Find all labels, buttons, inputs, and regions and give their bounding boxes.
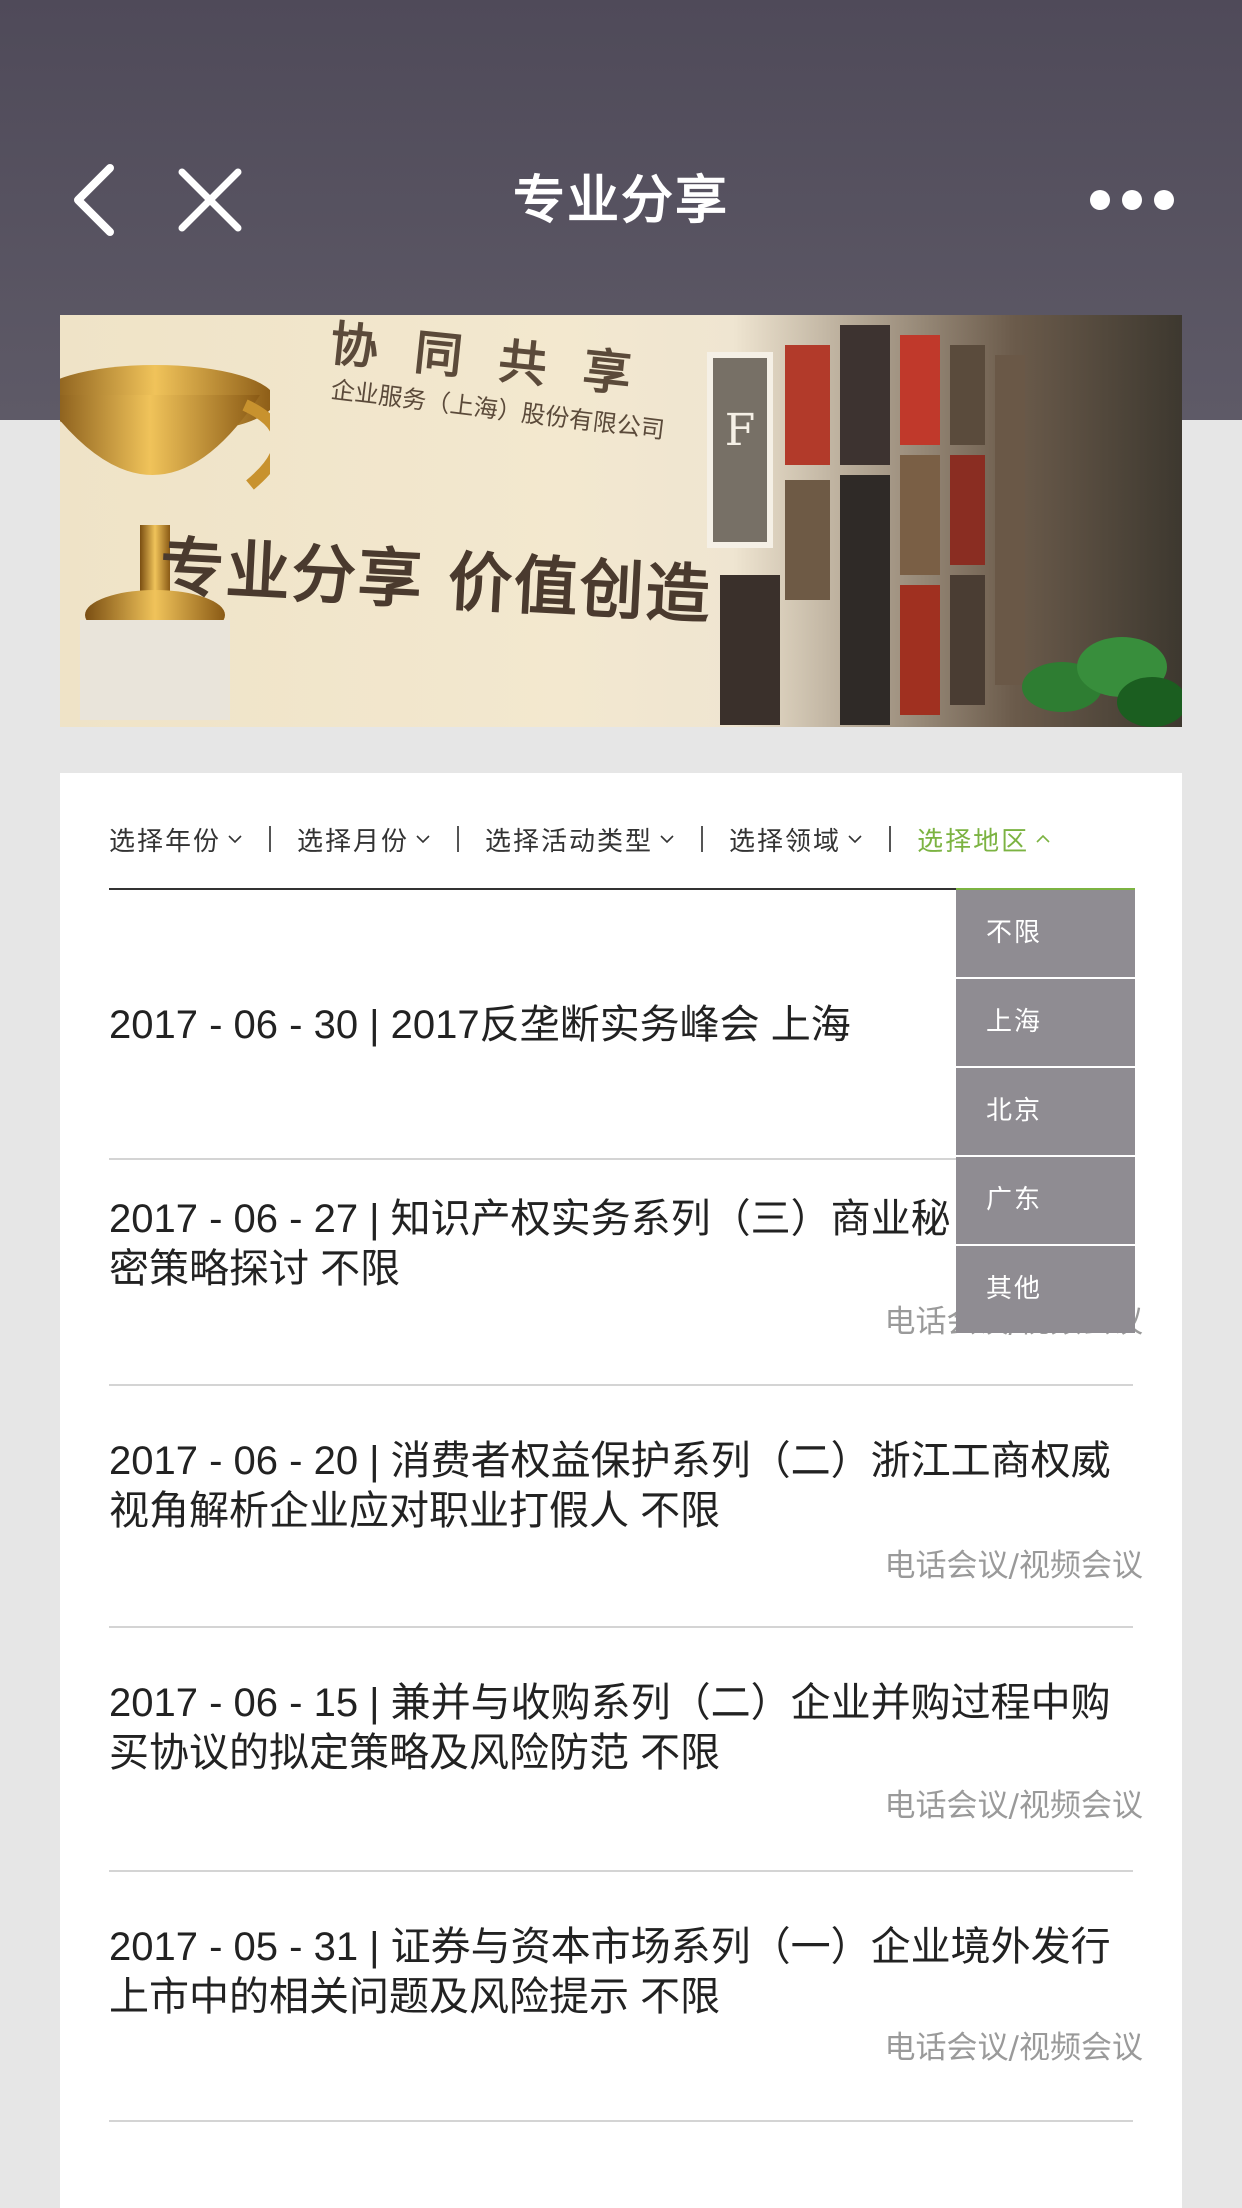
- item-title: 2017 - 06 - 27 | 知识产权实务系列（三）商业秘密策略探讨 不限: [109, 1197, 951, 1291]
- more-button[interactable]: [1082, 175, 1182, 225]
- frame-letter: F: [725, 405, 756, 456]
- dropdown-option-unlimited[interactable]: 不限: [956, 890, 1135, 979]
- dropdown-option-guangdong[interactable]: 广东: [956, 1157, 1135, 1246]
- chevron-down-icon: [660, 835, 674, 844]
- filter-divider: [701, 826, 704, 852]
- dropdown-option-beijing[interactable]: 北京: [956, 1068, 1135, 1157]
- filter-field[interactable]: 选择领域: [729, 821, 863, 858]
- item-meta: 电话会议/视频会议: [884, 1788, 1143, 1824]
- filter-region[interactable]: 选择地区: [917, 821, 1051, 858]
- filter-divider: [889, 826, 892, 852]
- dropdown-option-other[interactable]: 其他: [956, 1246, 1135, 1333]
- filter-month-label: 选择月份: [297, 826, 410, 857]
- filter-bar: 选择年份 选择月份 选择活动类型 选择领域 选择地区: [109, 809, 1133, 869]
- item-title: 2017 - 05 - 31 | 证券与资本市场系列（一）企业境外发行上市中的相…: [109, 1925, 1111, 2019]
- chevron-down-icon: [228, 835, 242, 844]
- dropdown-option-shanghai[interactable]: 上海: [956, 979, 1135, 1068]
- filter-month[interactable]: 选择月份: [297, 821, 431, 858]
- filter-year[interactable]: 选择年份: [109, 821, 243, 858]
- chevron-down-icon: [848, 835, 862, 844]
- plant-decoration: [1022, 637, 1182, 727]
- picture-frames: F: [707, 325, 1025, 725]
- filter-activity-type-label: 选择活动类型: [485, 826, 654, 857]
- filter-region-label: 选择地区: [917, 826, 1030, 857]
- filter-activity-type[interactable]: 选择活动类型: [485, 821, 675, 858]
- page-title: 专业分享: [512, 171, 729, 231]
- filter-field-label: 选择领域: [729, 826, 842, 857]
- item-title: 2017 - 06 - 15 | 兼并与收购系列（二）企业并购过程中购买协议的拟…: [109, 1681, 1111, 1775]
- navigation-bar: 专业分享: [0, 120, 1242, 280]
- list-item[interactable]: 2017 - 05 - 31 | 证券与资本市场系列（一）企业境外发行上市中的相…: [109, 1872, 1143, 2122]
- list-item[interactable]: 2017 - 06 - 15 | 兼并与收购系列（二）企业并购过程中购买协议的拟…: [109, 1628, 1143, 1872]
- filter-year-label: 选择年份: [109, 826, 222, 857]
- banner-image: 协 同 共 享 企业服务（上海）股份有限公司 专业分享 价值创造 F: [60, 315, 1182, 727]
- item-meta: 电话会议/视频会议: [884, 1548, 1143, 1584]
- more-dots-icon: [1090, 190, 1174, 210]
- activity-card: 选择年份 选择月份 选择活动类型 选择领域 选择地区 2017 - 06 - 3…: [60, 773, 1182, 2208]
- filter-divider: [457, 826, 460, 852]
- list-item[interactable]: 2017 - 06 - 20 | 消费者权益保护系列（二）浙江工商权威视角解析企…: [109, 1386, 1143, 1628]
- chevron-down-icon: [416, 835, 430, 844]
- item-meta: 电话会议/视频会议: [884, 2030, 1143, 2066]
- chevron-up-icon: [1036, 834, 1050, 843]
- item-title: 2017 - 06 - 20 | 消费者权益保护系列（二）浙江工商权威视角解析企…: [109, 1439, 1111, 1533]
- region-dropdown: 不限 上海 北京 广东 其他: [956, 890, 1135, 1333]
- filter-divider: [269, 826, 272, 852]
